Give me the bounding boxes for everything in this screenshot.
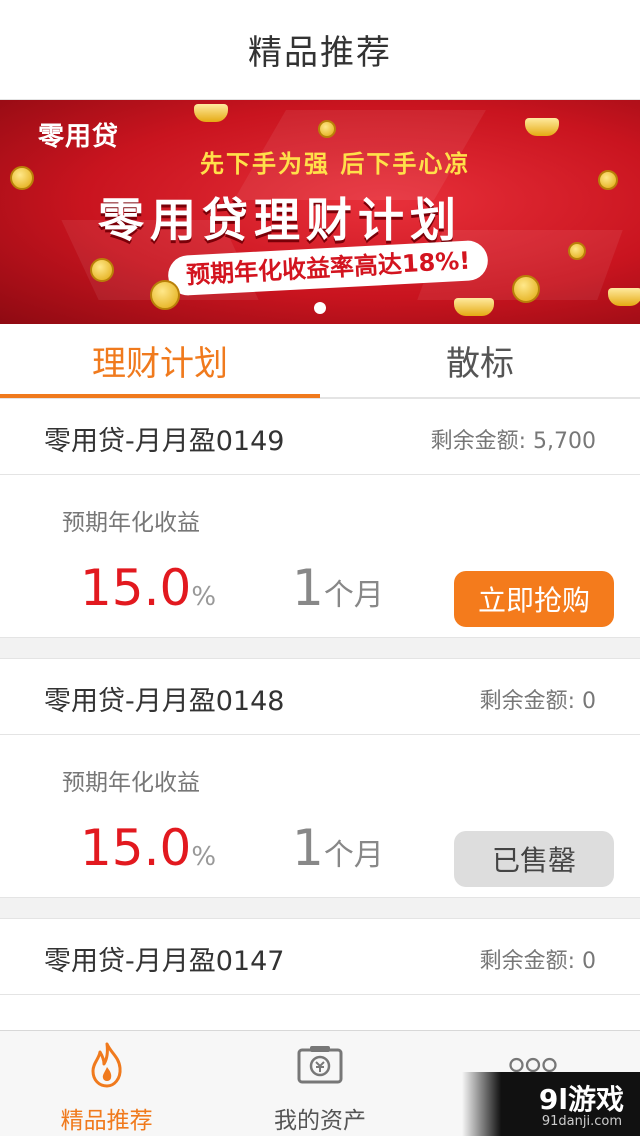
product-card-header: 零用贷-月月盈0147 剩余金额: 0 [0,919,640,995]
rate-value: 15.0 [80,819,192,877]
product-name: 零用贷-月月盈0148 [44,686,285,717]
banner-logo: 零用贷 [38,122,120,152]
nav-label: 我的资产 [273,1108,366,1134]
remaining-amount: 剩余金额: 0 [479,689,596,714]
product-name: 零用贷-月月盈0147 [44,946,285,977]
watermark-url: 91danji.com [541,1114,622,1129]
investment-term: 1个月 [292,559,384,617]
coin-icon [318,120,336,138]
watermark-logo: 9l游戏 [538,1083,624,1116]
product-card-header: 零用贷-月月盈0148 剩余金额: 0 [0,659,640,735]
rate-unit: % [191,842,217,872]
flame-icon [83,1041,131,1089]
rate-value: 15.0 [80,559,192,617]
remaining-amount: 剩余金额: 5,700 [430,429,596,454]
gold-ingot-icon [525,118,559,136]
term-value: 1 [292,559,324,617]
banner-slogan: 先下手为强 后下手心凉 [200,150,471,178]
sold-out-button[interactable]: 已售罄 [454,831,614,887]
term-unit: 个月 [323,578,384,613]
coin-icon [90,258,114,282]
buy-now-button[interactable]: 立即抢购 [454,571,614,627]
tab-loose-bids[interactable]: 散标 [320,324,640,397]
gold-ingot-icon [608,288,640,306]
annual-rate: 15.0% [80,819,216,877]
nav-my-assets[interactable]: 我的资产 [213,1031,426,1136]
promo-banner[interactable]: 零用贷 先下手为强 后下手心凉 零用贷理财计划 预期年化收益率高达18%! [0,100,640,324]
nav-featured[interactable]: 精品推荐 [0,1031,213,1136]
site-watermark: 9l游戏 91danji.com [462,1072,640,1136]
term-unit: 个月 [323,838,384,873]
app-screen: 精品推荐 零用贷 先下手为强 后下手心凉 零用贷理财计划 预期年化收益率高达18… [0,0,640,1136]
coin-icon [598,170,618,190]
rate-unit: % [191,582,217,612]
rate-label: 预期年化收益 [62,770,200,796]
coin-icon [10,166,34,190]
rate-label: 预期年化收益 [62,510,200,536]
banner-title: 零用贷理财计划 [98,193,462,247]
tab-financial-plan[interactable]: 理财计划 [0,324,320,398]
coin-icon [512,275,540,303]
carousel-indicator[interactable] [314,302,326,314]
investment-term: 1个月 [292,819,384,877]
top-header: 精品推荐 [0,0,640,100]
gold-ingot-icon [454,298,494,316]
coin-icon [568,242,586,260]
wallet-icon [296,1041,344,1089]
tab-bar: 理财计划 散标 [0,324,640,398]
annual-rate: 15.0% [80,559,216,617]
term-value: 1 [292,819,324,877]
remaining-amount: 剩余金额: 0 [479,949,596,974]
nav-label: 精品推荐 [60,1108,153,1134]
coin-icon [150,280,180,310]
product-card-header: 零用贷-月月盈0149 剩余金额: 5,700 [0,399,640,475]
product-card[interactable]: 零用贷-月月盈0149 剩余金额: 5,700 预期年化收益 15.0% 1个月… [0,398,640,638]
gold-ingot-icon [194,104,228,122]
page-title: 精品推荐 [248,33,392,73]
product-name: 零用贷-月月盈0149 [44,426,285,457]
product-card[interactable]: 零用贷-月月盈0148 剩余金额: 0 预期年化收益 15.0% 1个月 已售罄 [0,658,640,898]
